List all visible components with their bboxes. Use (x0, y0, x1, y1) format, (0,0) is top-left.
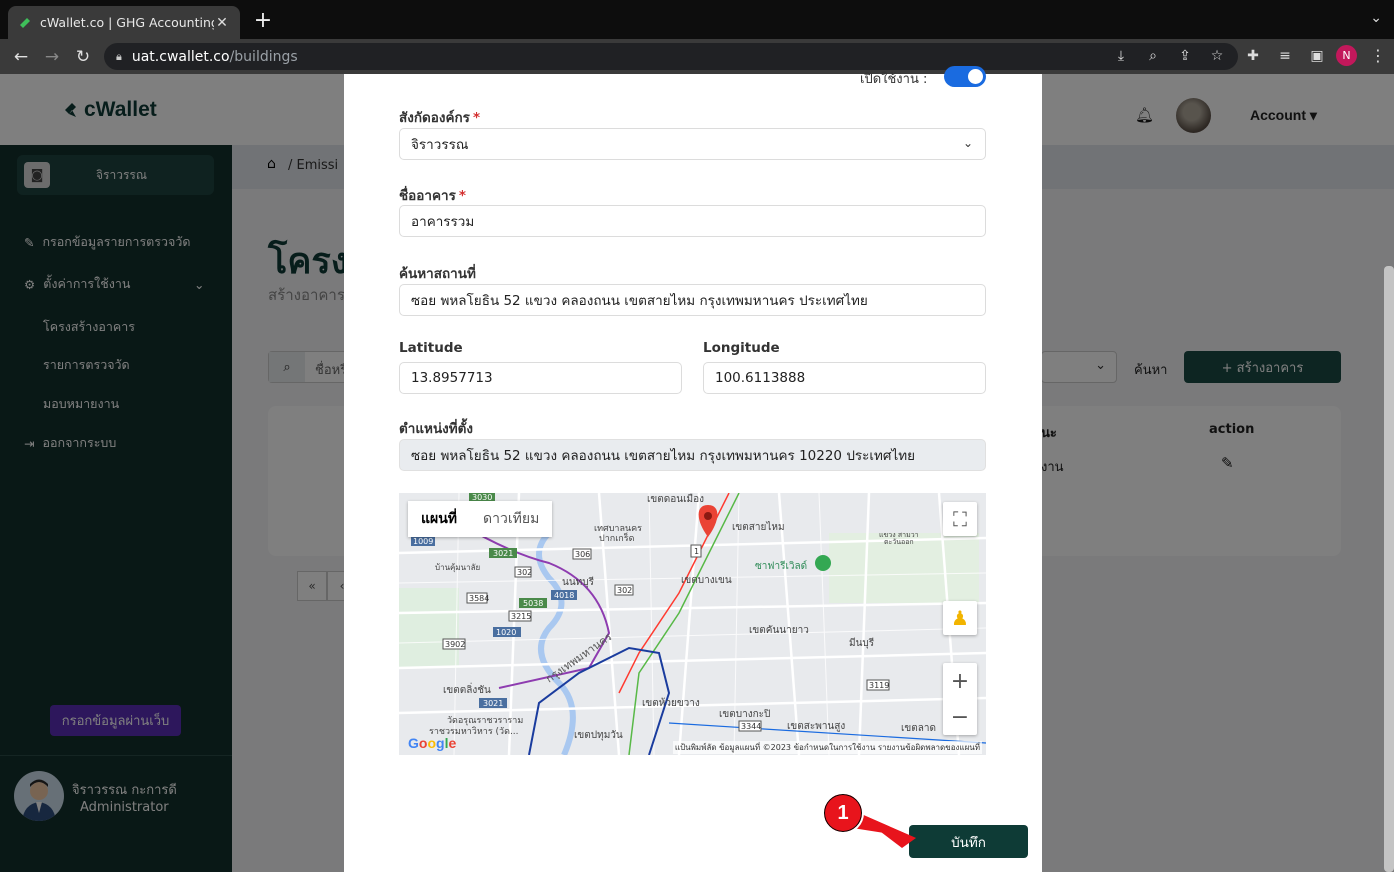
tab-search-icon[interactable]: ⌄ (1370, 10, 1382, 26)
place-search-label: ค้นหาสถานที่ (399, 266, 476, 282)
annotation-step-badge: 1 (822, 792, 864, 834)
share-icon[interactable]: ⇪ (1176, 47, 1194, 65)
zoom-out-button[interactable]: − (943, 699, 977, 735)
svg-text:3344: 3344 (741, 722, 761, 731)
map-label: ตะวันออก (884, 538, 914, 546)
back-icon[interactable]: ← (9, 45, 33, 69)
browser-tab-bar: cWallet.co | GHG Accounting S ✕ + ⌄ (0, 0, 1394, 39)
media-icon[interactable]: ≡ (1276, 47, 1294, 65)
google-logo: Google (408, 735, 457, 751)
google-map[interactable]: เขตดอนเมือง เขตสายไหม เทศบาลนคร ปากเกร็ด… (399, 493, 986, 755)
longitude-value: 100.6113888 (715, 370, 806, 386)
url-path: /buildings (229, 48, 298, 65)
map-label: เทศบาลนคร (594, 524, 642, 534)
location-value: ซอย พหลโยธิน 52 แขวง คลองถนน เขตสายไหม ก… (411, 448, 916, 464)
url-host: uat.cwallet.co (131, 48, 230, 65)
cwallet-favicon-icon (20, 17, 30, 28)
pegman-icon[interactable]: ♟ (943, 601, 977, 635)
extensions-icon[interactable]: ✚ (1244, 47, 1262, 65)
svg-text:3021: 3021 (493, 549, 513, 558)
tab-title: cWallet.co | GHG Accounting S (40, 15, 214, 30)
place-search-value: ซอย พหลโยธิน 52 แขวง คลองถนน เขตสายไหม ก… (411, 293, 868, 309)
map-label: มีนบุรี (849, 637, 875, 649)
new-tab-icon[interactable]: + (252, 8, 274, 33)
org-label-text: สังกัดองค์กร (399, 110, 470, 126)
map-label: วัดอรุณราชวราราม (447, 716, 523, 726)
extension-actions: ✚ ≡ ▣ (1244, 47, 1326, 65)
lock-icon: 🔒︎ (116, 49, 122, 63)
latitude-input[interactable]: 13.8957713 (399, 362, 682, 394)
svg-text:4018: 4018 (554, 591, 574, 600)
map-type-control: แผนที่ ดาวเทียม (408, 501, 553, 537)
zoom-in-button[interactable]: + (943, 663, 977, 699)
map-label: เขตบางเขน (681, 575, 732, 586)
svg-text:5038: 5038 (523, 599, 543, 608)
map-label: เขตห้วยขวาง (642, 697, 700, 709)
latitude-value: 13.8957713 (411, 370, 493, 386)
map-label: เขตดอนเมือง (647, 493, 704, 505)
place-search-input[interactable]: ซอย พหลโยธิน 52 แขวง คลองถนน เขตสายไหม ก… (399, 284, 986, 316)
map-label: เขตคันนายาว (749, 625, 809, 636)
org-select[interactable]: จิราวรรณ ⌄ (399, 128, 986, 160)
map-label: เขตบางกะปิ (719, 709, 770, 720)
svg-text:3584: 3584 (469, 594, 489, 603)
building-modal: เปิดใช้งาน : สังกัดองค์กร * จิราวรรณ ⌄ ชื… (344, 66, 1042, 872)
org-label: สังกัดองค์กร * (399, 106, 480, 128)
close-tab-icon[interactable]: ✕ (214, 15, 230, 31)
zoom-control: + − (943, 663, 977, 735)
svg-text:306: 306 (575, 550, 590, 559)
active-label: เปิดใช้งาน : (860, 72, 928, 87)
address-bar[interactable]: 🔒︎ uat.cwallet.co/buildings (104, 43, 1238, 70)
latitude-label: Latitude (399, 340, 463, 356)
map-label: บ้านคุ้มนาลัย (435, 563, 480, 572)
building-label-text: ชื่ออาคาร (399, 188, 456, 204)
svg-text:1020: 1020 (496, 628, 516, 637)
svg-text:3215: 3215 (511, 612, 531, 621)
required-mark: * (458, 188, 466, 204)
svg-text:302: 302 (617, 586, 632, 595)
bookmark-star-icon[interactable]: ☆ (1208, 47, 1226, 65)
svg-text:3119: 3119 (869, 681, 889, 690)
longitude-input[interactable]: 100.6113888 (703, 362, 986, 394)
browser-toolbar: ← → ↻ 🔒︎ uat.cwallet.co/buildings ⤓ ⌕ ⇪ … (0, 39, 1394, 74)
svg-text:3021: 3021 (483, 699, 503, 708)
forward-icon[interactable]: → (40, 45, 64, 69)
save-button[interactable]: บันทึก (909, 825, 1028, 858)
browser-tab[interactable]: cWallet.co | GHG Accounting S ✕ (8, 6, 240, 39)
required-mark: * (472, 110, 480, 126)
map-type-satellite-button[interactable]: ดาวเทียม (470, 501, 552, 537)
map-attribution[interactable]: แป้นพิมพ์ลัด ข้อมูลแผนที่ ©2023 ข้อกำหนด… (672, 741, 982, 754)
side-panel-icon[interactable]: ▣ (1308, 47, 1326, 65)
building-name-input[interactable]: อาคารรวม (399, 205, 986, 237)
svg-text:3902: 3902 (445, 640, 465, 649)
install-icon[interactable]: ⤓ (1112, 47, 1130, 65)
map-label: เขตปทุมวัน (574, 730, 623, 741)
reload-icon[interactable]: ↻ (71, 45, 95, 69)
map-type-map-button[interactable]: แผนที่ (408, 501, 470, 537)
svg-text:1: 1 (694, 547, 699, 556)
svg-text:1009: 1009 (413, 537, 433, 546)
location-readonly-field: ซอย พหลโยธิน 52 แขวง คลองถนน เขตสายไหม ก… (399, 439, 986, 471)
fullscreen-icon[interactable]: ⛶ (943, 502, 977, 536)
active-toggle[interactable] (944, 66, 986, 87)
map-label: เขตตลิ่งชัน (443, 682, 491, 696)
map-label: เขตสะพานสูง (787, 721, 845, 732)
map-label: เขตลาด (901, 723, 936, 734)
building-name-value: อาคารรวม (411, 214, 475, 230)
svg-text:302: 302 (517, 568, 532, 577)
org-select-value: จิราวรรณ (411, 137, 469, 153)
omnibox-actions: ⤓ ⌕ ⇪ ☆ (1112, 47, 1226, 65)
map-label: เขตสายไหม (732, 521, 785, 533)
zoom-icon[interactable]: ⌕ (1144, 47, 1162, 65)
location-label: ตำแหน่งที่ตั้ง (399, 421, 474, 437)
map-label: นนทบุรี (562, 576, 595, 588)
longitude-label: Longitude (703, 340, 780, 356)
page-scrollbar[interactable] (1384, 266, 1394, 872)
browser-menu-icon[interactable]: ⋮ (1370, 46, 1386, 65)
building-name-label: ชื่ออาคาร * (399, 184, 466, 206)
map-label: ซาฟารีเวิลด์ (755, 560, 807, 572)
chevron-down-icon: ⌄ (962, 136, 973, 150)
profile-avatar[interactable]: N (1336, 45, 1357, 66)
